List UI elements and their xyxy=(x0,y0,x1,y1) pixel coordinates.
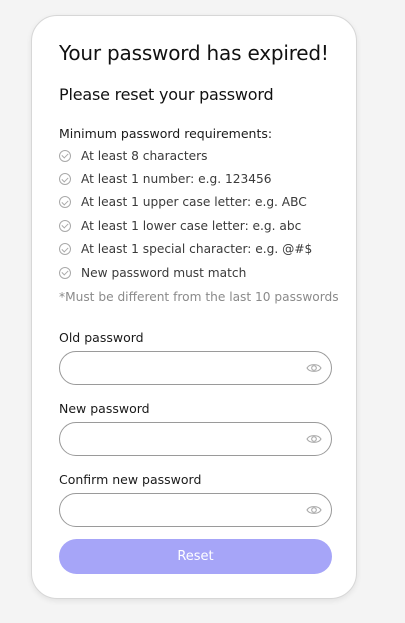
old-password-label: Old password xyxy=(59,330,144,345)
requirement-item: At least 8 characters xyxy=(59,144,312,167)
page-subtitle: Please reset your password xyxy=(59,85,274,104)
requirement-label: At least 1 upper case letter: e.g. ABC xyxy=(81,195,307,210)
reset-password-card: Your password has expired! Please reset … xyxy=(31,15,357,599)
check-circle-icon xyxy=(59,149,71,162)
check-circle-icon xyxy=(59,196,71,209)
requirement-label: At least 8 characters xyxy=(81,148,208,163)
requirement-label: At least 1 number: e.g. 123456 xyxy=(81,172,272,187)
requirement-item: At least 1 lower case letter: e.g. abc xyxy=(59,214,312,237)
confirm-password-input[interactable] xyxy=(72,494,292,526)
confirm-password-label: Confirm new password xyxy=(59,472,202,487)
check-circle-icon xyxy=(59,243,71,256)
new-password-input[interactable] xyxy=(72,423,292,455)
requirement-item: At least 1 number: e.g. 123456 xyxy=(59,167,312,190)
eye-icon[interactable] xyxy=(306,433,322,445)
requirement-item: At least 1 upper case letter: e.g. ABC xyxy=(59,191,312,214)
requirement-item: New password must match xyxy=(59,261,312,284)
requirement-label: New password must match xyxy=(81,265,247,280)
requirements-list: At least 8 characters At least 1 number:… xyxy=(59,144,312,284)
requirement-item: At least 1 special character: e.g. @#$ xyxy=(59,238,312,261)
new-password-label: New password xyxy=(59,401,150,416)
check-circle-icon xyxy=(59,173,71,186)
old-password-input[interactable] xyxy=(72,352,292,384)
reset-button[interactable]: Reset xyxy=(59,539,332,574)
old-password-field-wrapper xyxy=(59,351,332,385)
requirements-heading: Minimum password requirements: xyxy=(59,126,273,141)
check-circle-icon xyxy=(59,219,71,232)
check-circle-icon xyxy=(59,266,71,279)
requirement-label: At least 1 special character: e.g. @#$ xyxy=(81,242,313,257)
new-password-field-wrapper xyxy=(59,422,332,456)
eye-icon[interactable] xyxy=(306,362,322,374)
password-history-note: *Must be different from the last 10 pass… xyxy=(59,290,339,304)
requirement-label: At least 1 lower case letter: e.g. abc xyxy=(81,218,302,233)
page-title: Your password has expired! xyxy=(59,41,329,65)
eye-icon[interactable] xyxy=(306,504,322,516)
confirm-password-field-wrapper xyxy=(59,493,332,527)
